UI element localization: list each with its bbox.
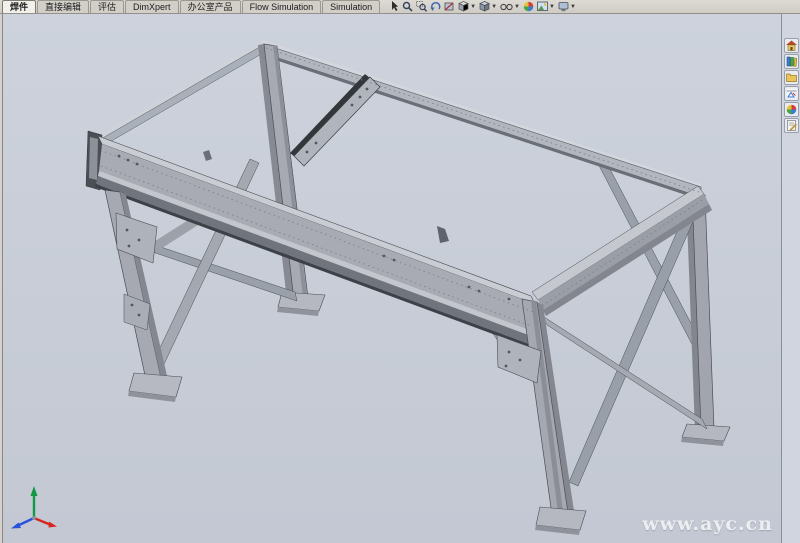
- x-axis-arrow: [11, 523, 21, 529]
- weldment-model-canvas[interactable]: [3, 14, 781, 543]
- bolt-hole: [393, 259, 396, 262]
- member-bracket-dark-edge: [290, 74, 370, 157]
- tab-direct-editing[interactable]: 直接编辑: [37, 0, 89, 13]
- bolt-hole: [351, 104, 354, 107]
- section-view-icon[interactable]: [444, 1, 455, 13]
- apply-scene-icon[interactable]: ▼: [537, 1, 555, 13]
- member-front-rail-end-inner: [89, 137, 98, 180]
- member-left-rail-web: [101, 45, 263, 147]
- y-axis-arrow: [31, 486, 38, 496]
- orientation-triad: [9, 481, 59, 529]
- member-front-rail-bottom: [95, 184, 529, 347]
- file-explorer-icon[interactable]: [784, 70, 799, 85]
- command-manager: 焊件直接编辑评估DimXpert办公室产品Flow SimulationSimu…: [0, 0, 800, 14]
- bolt-hole: [383, 255, 386, 258]
- appearances-scenes-icon[interactable]: [784, 102, 799, 117]
- bolt-hole: [127, 159, 130, 162]
- watermark: www.ayc.cn: [642, 513, 773, 535]
- resources-home-icon[interactable]: [784, 38, 799, 53]
- view-settings-icon[interactable]: ▼: [558, 1, 576, 13]
- solidworks-window: 焊件直接编辑评估DimXpert办公室产品Flow SimulationSimu…: [0, 0, 800, 543]
- bolt-hole: [306, 151, 309, 154]
- zoom-fit-icon[interactable]: [402, 1, 413, 13]
- bolt-hole: [505, 365, 508, 368]
- hide-show-items-icon[interactable]: ▼: [500, 1, 520, 13]
- view-palette-icon[interactable]: [784, 86, 799, 101]
- zoom-area-icon[interactable]: [416, 1, 427, 13]
- tab-flow-simulation[interactable]: Flow Simulation: [242, 0, 322, 13]
- member-weld-tab-left: [203, 150, 212, 161]
- bolt-hole: [136, 163, 139, 166]
- bolt-hole: [138, 314, 141, 317]
- bolt-hole: [126, 229, 129, 232]
- bolt-hole: [128, 245, 131, 248]
- previous-view-icon[interactable]: [430, 1, 441, 13]
- graphics-viewport[interactable]: www.ayc.cn: [2, 14, 781, 543]
- member-left-rail-top-edge: [101, 40, 263, 139]
- member-front-rail-top-face: [98, 136, 535, 304]
- member-weld-tab-right: [437, 226, 449, 243]
- edit-appearance-icon[interactable]: [523, 1, 534, 13]
- bolt-hole: [478, 290, 481, 293]
- bolt-hole: [508, 298, 511, 301]
- tab-simulation[interactable]: Simulation: [322, 0, 380, 13]
- tab-evaluate[interactable]: 评估: [90, 0, 124, 13]
- tab-weldments[interactable]: 焊件: [2, 0, 36, 13]
- bolt-hole: [508, 351, 511, 354]
- display-style-icon[interactable]: ▼: [479, 1, 497, 13]
- heads-up-toolbar: ▼ ▼ ▼ ▼ ▼: [381, 0, 576, 13]
- member-front-rail-lower: [96, 176, 531, 344]
- view-orientation-icon[interactable]: ▼: [458, 1, 476, 13]
- tab-dimxpert[interactable]: DimXpert: [125, 0, 179, 13]
- command-tabs: 焊件直接编辑评估DimXpert办公室产品Flow SimulationSimu…: [0, 0, 381, 13]
- bolt-hole: [519, 359, 522, 362]
- bolt-hole: [366, 88, 369, 91]
- bolt-hole: [315, 142, 318, 145]
- bolt-hole: [138, 239, 141, 242]
- design-library-icon[interactable]: [784, 54, 799, 69]
- member-right-face-brace-2: [541, 315, 707, 429]
- z-axis-arrow: [49, 522, 58, 528]
- bolt-hole: [118, 155, 121, 158]
- bolt-hole: [359, 96, 362, 99]
- tab-office-products[interactable]: 办公室产品: [180, 0, 241, 13]
- bolt-hole: [468, 286, 471, 289]
- select-pointer-icon[interactable]: [389, 1, 399, 13]
- custom-properties-icon[interactable]: [784, 118, 799, 133]
- bolt-hole: [131, 304, 134, 307]
- task-pane: [781, 14, 800, 543]
